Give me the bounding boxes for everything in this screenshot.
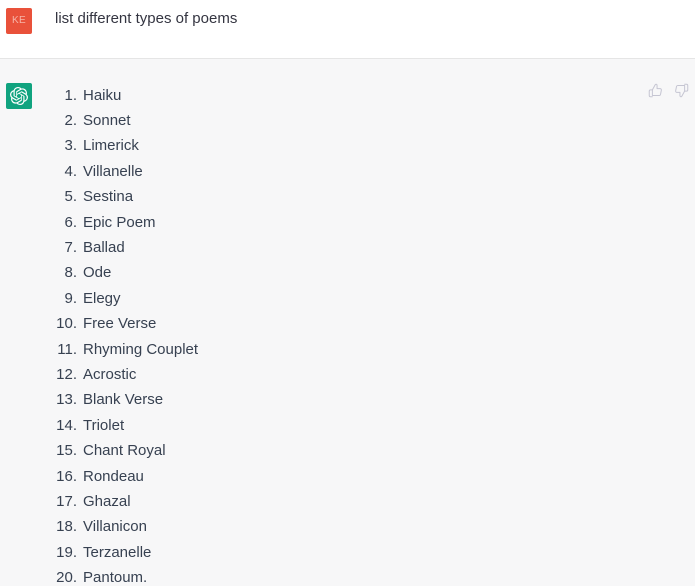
list-item: Sonnet xyxy=(55,108,131,134)
assistant-message-body: Haiku Sonnet Limerick Villanelle Sestina… xyxy=(32,83,695,586)
assistant-avatar xyxy=(6,82,32,109)
message-feedback-actions xyxy=(647,82,690,99)
user-avatar-initials: KE xyxy=(12,15,26,26)
list-item: Acrostic xyxy=(55,362,137,388)
list-item: Villanelle xyxy=(55,159,143,185)
list-item: Blank Verse xyxy=(55,387,164,413)
list-item: Villanicon xyxy=(55,514,147,540)
list-item: Rhyming Couplet xyxy=(55,337,199,363)
assistant-message-row: Haiku Sonnet Limerick Villanelle Sestina… xyxy=(0,57,695,586)
list-item: Triolet xyxy=(55,413,125,439)
list-item: Chant Royal xyxy=(55,438,166,464)
poem-type-list: Haiku Sonnet Limerick Villanelle Sestina… xyxy=(55,83,685,586)
user-message-body: list different types of poems xyxy=(32,8,695,30)
list-item: Terzanelle xyxy=(55,540,152,566)
user-message-text: list different types of poems xyxy=(55,10,238,27)
list-item: Elegy xyxy=(55,286,121,312)
chat-thread: KE list different types of poems Haiku S… xyxy=(0,0,695,586)
list-item: Rondeau xyxy=(55,464,144,490)
list-item: Sestina xyxy=(55,184,134,210)
thumbs-down-icon xyxy=(674,83,689,98)
list-item: Ghazal xyxy=(55,489,131,515)
list-item: Epic Poem xyxy=(55,210,156,236)
list-item: Ode xyxy=(55,260,112,286)
openai-logo-icon xyxy=(10,86,28,105)
thumbs-down-button[interactable] xyxy=(673,82,690,99)
user-message-row: KE list different types of poems xyxy=(0,0,695,58)
list-item: Limerick xyxy=(55,133,139,159)
thumbs-up-icon xyxy=(648,83,663,98)
list-item: Ballad xyxy=(55,235,125,261)
list-item: Pantoum. xyxy=(55,565,148,586)
list-item: Free Verse xyxy=(55,311,157,337)
user-avatar: KE xyxy=(6,8,32,34)
thumbs-up-button[interactable] xyxy=(647,82,664,99)
list-item: Haiku xyxy=(55,83,122,109)
